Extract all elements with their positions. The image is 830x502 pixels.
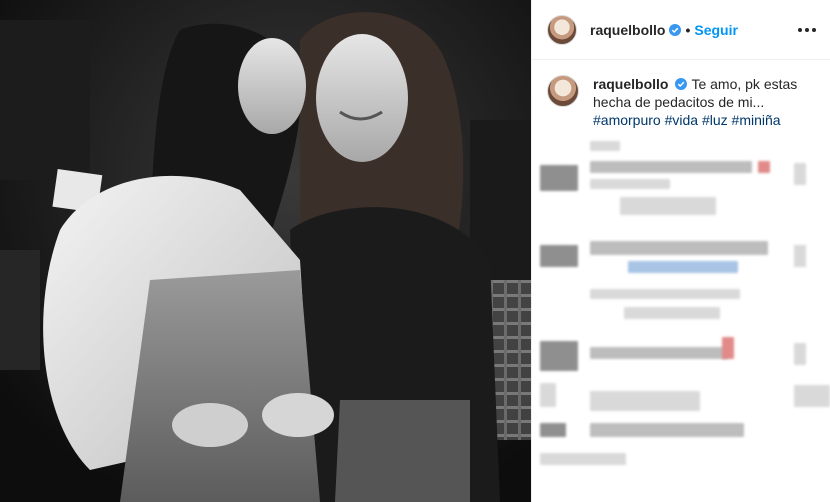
author-info: raquelbollo • Seguir [590, 22, 738, 38]
obscured-icon [794, 163, 806, 185]
obscured-avatar [540, 383, 556, 407]
hashtag-link[interactable]: #luz [702, 112, 728, 128]
obscured-text [590, 241, 768, 255]
obscured-text [590, 423, 744, 437]
hashtag-link[interactable]: #miniña [732, 112, 781, 128]
follow-button[interactable]: Seguir [694, 22, 738, 38]
obscured-text [624, 307, 720, 319]
caption-username[interactable]: raquelbollo [593, 76, 668, 92]
post-header: raquelbollo • Seguir [532, 0, 830, 60]
comments-list[interactable] [532, 137, 830, 502]
obscured-text [590, 179, 670, 189]
header-separator: • [685, 21, 691, 38]
obscured-text [628, 261, 738, 273]
photo-icon [0, 0, 531, 502]
obscured-text [590, 347, 728, 359]
author-avatar[interactable] [547, 14, 577, 45]
post-photo[interactable] [0, 0, 531, 502]
obscured-text [722, 337, 734, 359]
obscured-text [540, 453, 626, 465]
obscured-avatar [540, 245, 578, 267]
caption-text: raquelbollo Te amo, pk estas hecha de pe… [593, 75, 808, 129]
obscured-avatar [540, 341, 578, 371]
caption-avatar[interactable] [547, 75, 579, 107]
author-username[interactable]: raquelbollo [590, 22, 665, 38]
obscured-icon [794, 385, 830, 407]
obscured-text [590, 141, 620, 151]
post-caption: raquelbollo Te amo, pk estas hecha de pe… [532, 60, 830, 137]
post-side-panel: raquelbollo • Seguir raquelbollo Te amo,… [531, 0, 830, 502]
hashtag-link[interactable]: #amorpuro [593, 112, 661, 128]
obscured-text [590, 289, 740, 299]
verified-badge-icon [669, 23, 682, 36]
obscured-avatar [540, 165, 578, 191]
obscured-text [620, 197, 716, 215]
obscured-icon [794, 245, 806, 267]
obscured-text [758, 161, 770, 173]
obscured-text [590, 391, 700, 411]
verified-badge-icon [675, 78, 688, 90]
obscured-icon [794, 343, 806, 365]
more-options-icon[interactable] [798, 24, 816, 36]
obscured-avatar [540, 423, 566, 437]
hashtag-link[interactable]: #vida [665, 112, 698, 128]
obscured-text [590, 161, 752, 173]
